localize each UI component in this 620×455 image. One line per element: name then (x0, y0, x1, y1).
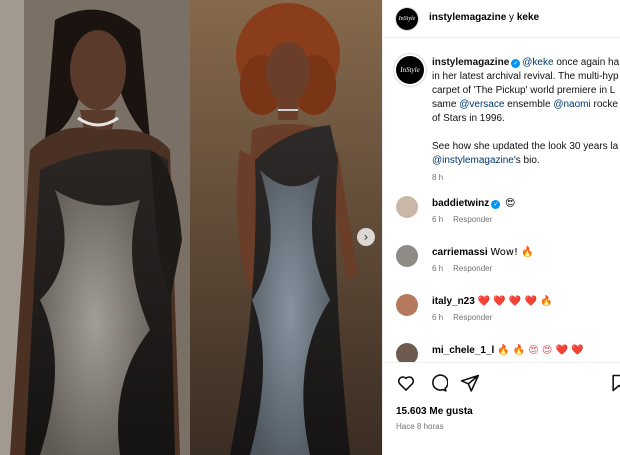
collaborator-link[interactable]: keke (517, 12, 539, 23)
modern-photo (190, 0, 382, 455)
avatar[interactable]: InStyle (396, 8, 418, 30)
caption-line: in her latest archival revival. The mult… (432, 71, 619, 82)
like-count[interactable]: 15.603 Me gusta (396, 406, 473, 417)
verified-icon: ✓ (491, 200, 501, 209)
caption-text: instylemagazine ✓ @keke once again ha in h… (432, 56, 620, 185)
comment-username[interactable]: carriemassi (432, 247, 488, 258)
post-timestamp: Hace 8 horas (396, 422, 444, 431)
comment-time: 6 h (432, 313, 444, 322)
chevron-right-icon[interactable]: › (357, 228, 375, 246)
caption-username[interactable]: instylemagazine (432, 57, 509, 68)
post-authors: instylemagazine y keke (429, 12, 539, 23)
caption-line: rocke (590, 99, 618, 110)
post-header: InStyle instylemagazine y keke (383, 0, 620, 38)
comment-time: 6 h (432, 215, 444, 224)
heart-icon[interactable] (396, 373, 416, 393)
comment-item: baddietwinz✓ 😍 6 hResponder ♡ (396, 196, 620, 232)
post-media[interactable]: › (0, 0, 382, 455)
comment-username[interactable]: baddietwinz (432, 198, 489, 209)
comment-text: 🔥 🔥 😍 😍 ❤️ ❤️ (497, 345, 584, 356)
avatar[interactable] (396, 294, 418, 316)
caption-line: ensemble (504, 99, 554, 110)
caption-line: See how she updated the look 30 years la (432, 141, 619, 152)
mention-link[interactable]: @keke (522, 57, 553, 68)
caption-line: of Stars in 1996. (432, 113, 505, 124)
reply-button[interactable]: Responder (453, 215, 492, 224)
comment-username[interactable]: italy_n23 (432, 296, 475, 307)
post-side-panel: InStyle instylemagazine y keke InStyle i… (382, 0, 620, 455)
caption-time: 8 h (432, 173, 444, 182)
comment-username[interactable]: mi_chele_1_l (432, 345, 494, 356)
comment-text: Wow! 🔥 (490, 247, 534, 258)
caption-line: 's bio. (513, 155, 540, 166)
reply-button[interactable]: Responder (453, 264, 492, 273)
comment-time: 6 h (432, 264, 444, 273)
mention-link[interactable]: @versace (459, 99, 504, 110)
caption-line: same (432, 99, 460, 110)
connector-text: y (506, 12, 517, 23)
bookmark-icon[interactable] (609, 373, 620, 393)
verified-icon: ✓ (511, 59, 521, 68)
comment-item: italy_n23 ❤️ ❤️ ❤️ ❤️ 🔥 6 hResponder ♡ (396, 294, 620, 330)
caption-line: carpet of 'The Pickup' world premiere in… (432, 85, 616, 96)
comment-text: 😍 (505, 198, 516, 209)
comment-item: carriemassi Wow! 🔥 6 hResponder ♡ (396, 245, 620, 281)
comment-text: ❤️ ❤️ ❤️ ❤️ 🔥 (477, 296, 553, 307)
post-actions: 15.603 Me gusta Hace 8 horas (383, 362, 620, 455)
mention-link[interactable]: @naomi (553, 99, 590, 110)
share-icon[interactable] (460, 373, 480, 393)
avatar[interactable] (396, 245, 418, 267)
caption-avatar[interactable]: InStyle (396, 56, 424, 84)
avatar[interactable] (396, 196, 418, 218)
account-link[interactable]: instylemagazine (429, 12, 506, 23)
comment-icon[interactable] (428, 373, 449, 393)
archival-photo (0, 0, 190, 455)
reply-button[interactable]: Responder (453, 313, 492, 322)
caption-line: once again ha (553, 57, 620, 68)
mention-link[interactable]: @instylemagazine (432, 155, 514, 166)
